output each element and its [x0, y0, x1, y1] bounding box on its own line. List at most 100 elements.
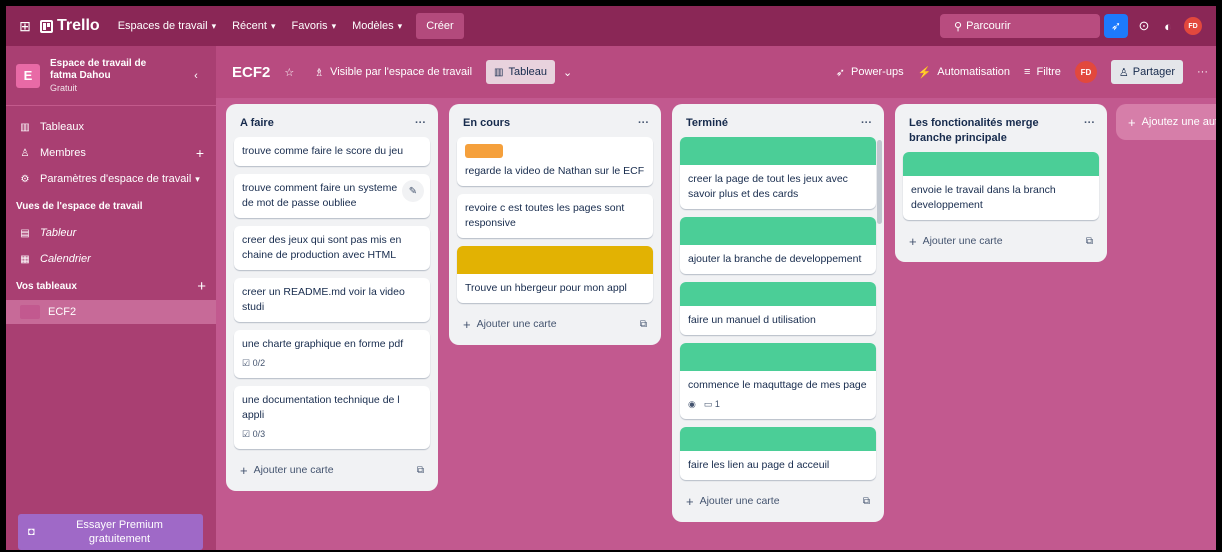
nav-favorites[interactable]: Favoris ▾ — [284, 12, 345, 40]
plus-icon: + — [463, 316, 471, 332]
list-menu-icon[interactable]: ··· — [638, 116, 649, 131]
views-section-title: Vues de l'espace de travail — [16, 200, 143, 212]
card[interactable]: trouve comme faire le score du jeu — [234, 137, 430, 166]
add-card-button[interactable]: + Ajouter une carte ⧉ — [457, 311, 653, 337]
chevron-down-icon: ▾ — [331, 20, 337, 31]
template-icon[interactable]: ⧉ — [417, 465, 424, 476]
card[interactable]: une documentation technique de l appli ☑… — [234, 386, 430, 449]
card-label[interactable] — [465, 144, 503, 158]
workspace-header: E Espace de travail de fatma Dahou Gratu… — [6, 46, 216, 106]
list-menu-icon[interactable]: ··· — [1084, 116, 1095, 131]
sidebar: E Espace de travail de fatma Dahou Gratu… — [6, 46, 216, 550]
premium-icon: ◘ — [28, 526, 35, 538]
powerups-button[interactable]: ➶ Power-ups — [836, 66, 904, 79]
card[interactable]: regarde la video de Nathan sur le ECF — [457, 137, 653, 186]
card[interactable]: revoire c est toutes les pages sont resp… — [457, 194, 653, 238]
card[interactable]: une charte graphique en forme pdf ☑ 0/2 — [234, 330, 430, 378]
sidebar-item-calendar-view[interactable]: ▦ Calendrier — [6, 246, 216, 272]
theme-icon[interactable]: ◐ — [1160, 18, 1176, 34]
sidebar-item-boards[interactable]: ▥ Tableaux — [6, 114, 216, 140]
checklist-badge: ☑ 0/3 — [242, 429, 266, 439]
card[interactable]: creer la page de tout les jeux avec savo… — [680, 137, 876, 209]
more-icon: ··· — [1197, 66, 1208, 78]
board-view-icon: ▥ — [494, 66, 504, 78]
sidebar-board-ecf2[interactable]: ECF2 — [6, 300, 216, 324]
template-icon[interactable]: ⧉ — [1086, 236, 1093, 247]
list-a-faire: A faire ··· trouve comme faire le score … — [226, 104, 438, 491]
help-icon[interactable]: ⊙ — [1136, 18, 1152, 34]
comments-badge: ▭ 1 — [703, 399, 720, 409]
checklist-icon: ☑ — [242, 429, 251, 439]
people-icon: ♗ — [314, 66, 325, 79]
app-switcher-icon[interactable]: ⊞ — [14, 15, 36, 37]
star-icon: ☆ — [284, 66, 295, 79]
top-icons: ➶ ⊙ ◐ FD — [1104, 14, 1202, 38]
add-card-button[interactable]: + Ajouter une carte ⧉ — [234, 457, 430, 483]
filter-button[interactable]: ≡ Filtre — [1024, 66, 1061, 78]
brand-name: Trello — [57, 17, 100, 34]
board-title[interactable]: ECF2 — [232, 64, 270, 81]
collapse-sidebar-icon[interactable]: ‹ — [186, 70, 206, 82]
workspace-plan: Gratuit — [50, 82, 78, 93]
template-icon[interactable]: ⧉ — [863, 496, 870, 507]
user-avatar[interactable]: FD — [1184, 17, 1202, 35]
list-menu-icon[interactable]: ··· — [415, 116, 426, 131]
trello-logo[interactable]: Trello — [40, 17, 100, 35]
automation-button[interactable]: ⚡ Automatisation — [918, 66, 1010, 79]
template-icon[interactable]: ⧉ — [640, 319, 647, 330]
visibility-button[interactable]: ♗ Visible par l'espace de travail — [314, 66, 472, 79]
add-list-button[interactable]: + Ajoutez une autre liste — [1116, 104, 1216, 140]
watch-icon: ◉ — [688, 399, 696, 409]
chevron-down-icon: ▾ — [195, 173, 200, 184]
nav-templates[interactable]: Modèles ▾ — [344, 12, 410, 40]
list-title[interactable]: A faire — [240, 116, 415, 131]
card[interactable]: ajouter la branche de developpement — [680, 217, 876, 274]
add-board-icon[interactable]: + — [197, 278, 206, 295]
list-title[interactable]: En cours — [463, 116, 638, 131]
views-dropdown[interactable]: ⌄ — [563, 66, 572, 79]
card[interactable]: commence le maquttage de mes page ◉ ▭ 1 — [680, 343, 876, 419]
list-title[interactable]: Les fonctionalités merge branche princip… — [909, 116, 1084, 146]
card-cover — [457, 246, 653, 274]
top-nav: ⊞ Trello Espaces de travail ▾ Récent ▾ Fav… — [6, 6, 1216, 46]
sidebar-item-members[interactable]: ♙ Membres + — [6, 140, 216, 166]
add-member-icon[interactable]: + — [196, 145, 204, 161]
card[interactable]: trouve comment faire un systeme de mot d… — [234, 174, 430, 218]
nav-workspaces[interactable]: Espaces de travail ▾ — [110, 12, 224, 40]
table-icon: ▤ — [20, 227, 30, 239]
chevron-down-icon: ▾ — [270, 20, 276, 31]
sidebar-item-table-view[interactable]: ▤ Tableur — [6, 220, 216, 246]
card-cover — [680, 427, 876, 451]
list-title[interactable]: Terminé — [686, 116, 861, 131]
card[interactable]: faire les lien au page d acceuil — [680, 427, 876, 480]
card[interactable]: creer des jeux qui sont pas mis en chain… — [234, 226, 430, 270]
star-button[interactable]: ☆ — [284, 66, 300, 79]
rocket-icon[interactable]: ➶ — [1104, 14, 1128, 38]
list-fonctionalites-merge: Les fonctionalités merge branche princip… — [895, 104, 1107, 262]
search-input[interactable]: ⚲ Parcourir — [940, 14, 1100, 38]
card-cover — [680, 343, 876, 371]
chevron-down-icon: ▾ — [211, 20, 217, 31]
add-card-button[interactable]: + Ajouter une carte ⧉ — [903, 228, 1099, 254]
add-card-button[interactable]: + Ajouter une carte ⧉ — [680, 488, 876, 514]
create-button[interactable]: Créer — [416, 13, 464, 39]
try-premium-button[interactable]: ◘ Essayer Premium gratuitement — [18, 514, 203, 550]
list-menu-icon[interactable]: ··· — [861, 116, 872, 131]
pencil-icon[interactable]: ✎ — [402, 180, 424, 202]
card[interactable]: creer un README.md voir la video studi — [234, 278, 430, 322]
board-icon: ▥ — [20, 121, 30, 133]
card[interactable]: envoie le travail dans la branch develop… — [903, 152, 1099, 220]
member-avatar[interactable]: FD — [1074, 61, 1097, 83]
add-person-icon: ♙ — [1118, 66, 1129, 79]
card[interactable]: faire un manuel d utilisation — [680, 282, 876, 335]
card[interactable]: Trouve un hbergeur pour mon appl — [457, 246, 653, 303]
gear-icon: ⚙ — [20, 173, 30, 185]
share-button[interactable]: ♙ Partager — [1110, 60, 1183, 84]
board-view-button[interactable]: ▥ Tableau — [486, 60, 556, 84]
board-menu-button[interactable]: ··· — [1197, 66, 1208, 78]
sidebar-item-settings[interactable]: ⚙ Paramètres d'espace de travail ▾ — [6, 166, 216, 192]
chevron-down-icon: ⌄ — [563, 66, 573, 79]
list-scrollbar[interactable] — [877, 140, 882, 224]
nav-recent[interactable]: Récent ▾ — [224, 12, 283, 40]
plus-icon: + — [240, 462, 248, 478]
